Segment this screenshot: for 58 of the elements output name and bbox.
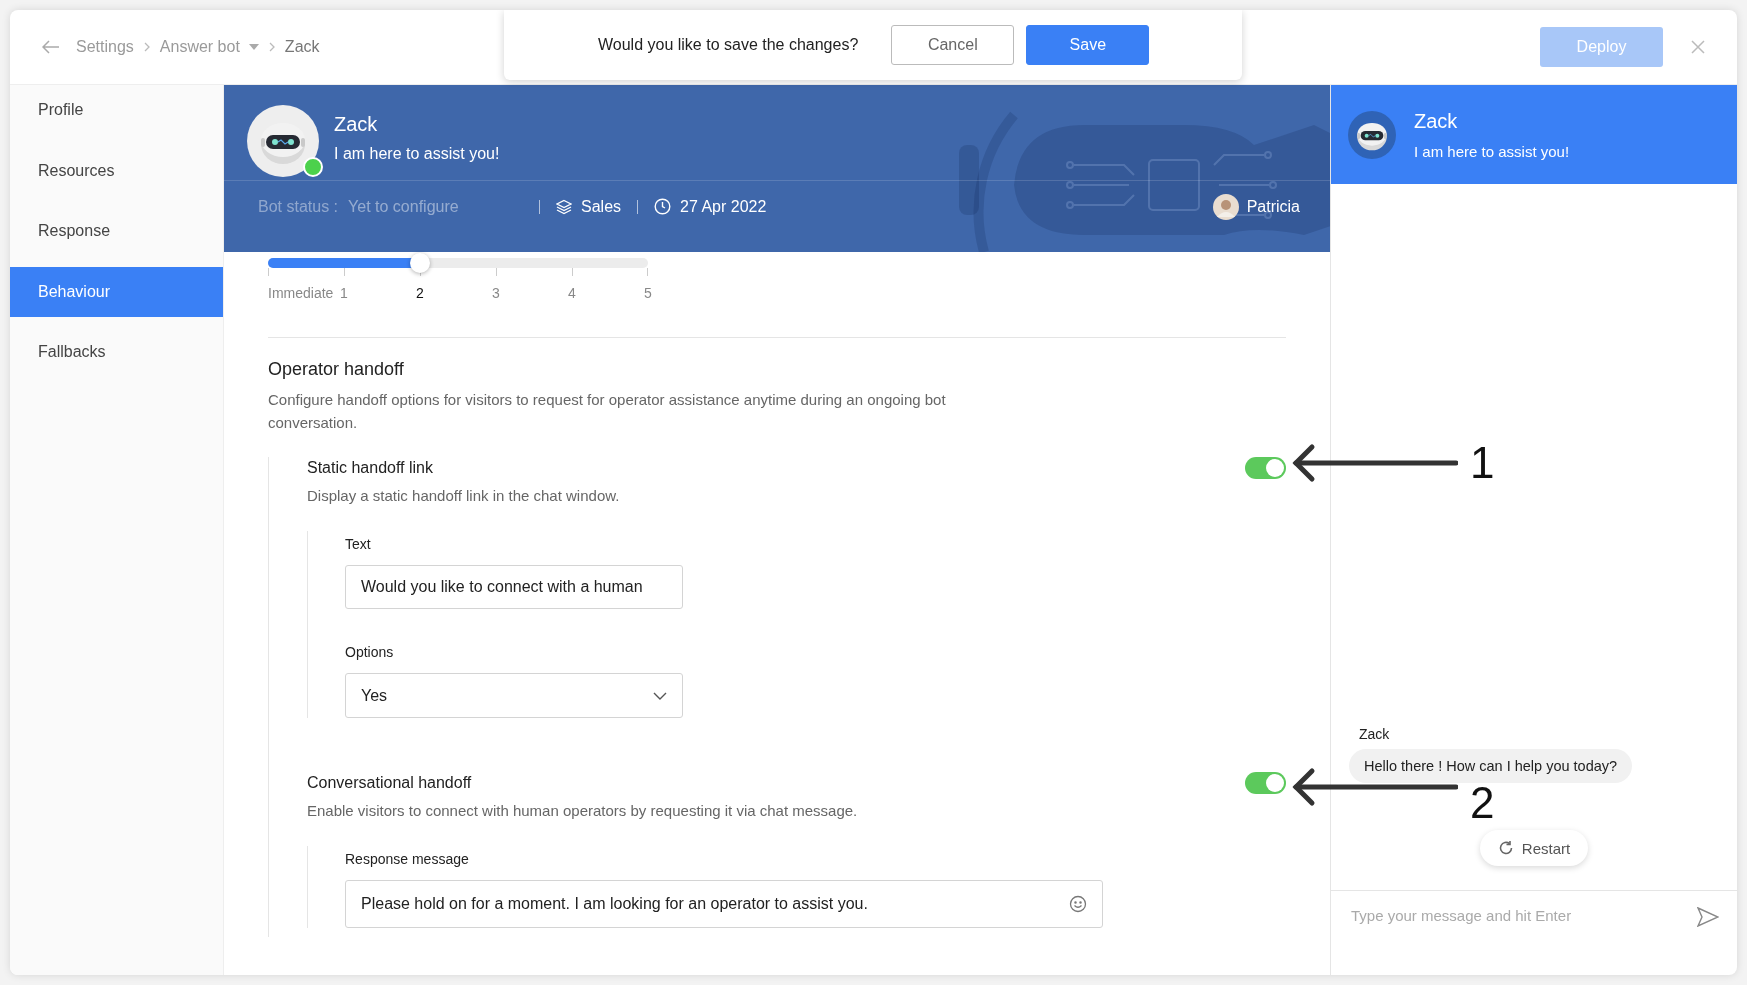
section-description: Configure handoff options for visitors to request for operator assistance anytime during an ongoing bot conversation. <box>268 390 947 433</box>
bot-name: Zack <box>1414 109 1459 133</box>
breadcrumb-current: Zack <box>284 38 320 56</box>
field-label: Text <box>345 535 372 553</box>
bot-avatar <box>247 105 319 177</box>
clock-icon <box>654 198 672 215</box>
sidebar-item[interactable]: Behaviour <box>10 266 223 317</box>
section-title: Operator handoff <box>268 358 405 380</box>
bot-name: Zack <box>334 113 379 136</box>
sidebar-item[interactable]: Response <box>10 206 223 256</box>
toggle-switch[interactable] <box>1245 772 1286 794</box>
annotation-number: 1 <box>1470 447 1495 479</box>
refresh-icon <box>1497 840 1514 856</box>
slider-thumb[interactable] <box>410 253 430 273</box>
sidebar-item[interactable]: Resources <box>10 145 223 196</box>
sidebar-item[interactable]: Fallbacks <box>10 327 223 377</box>
save-button[interactable]: Save <box>1026 25 1150 65</box>
user-avatar <box>1212 193 1239 220</box>
slider-label: 1 <box>340 285 348 301</box>
caret-icon[interactable] <box>248 44 259 50</box>
chat-bubble: Hello there ! How can I help you today? <box>1349 749 1633 783</box>
layers-icon <box>556 198 573 215</box>
slider-label: 3 <box>492 285 500 301</box>
option-description: Display a static handoff link in the chat window. <box>307 486 621 506</box>
chevron-icon <box>653 691 667 700</box>
message-field[interactable]: Please hold on for a moment. I am looking for an operator to assist you. <box>345 880 1103 928</box>
field-label: Response message <box>345 850 470 868</box>
toggle-switch[interactable] <box>1245 457 1286 479</box>
option-title: Conversational handoff <box>307 774 472 792</box>
slider-label: Immediate <box>268 285 334 301</box>
cancel-button[interactable]: Cancel <box>891 25 1015 65</box>
annotation-number: 2 <box>1470 787 1495 819</box>
field-label: Options <box>345 643 395 661</box>
restart-button[interactable]: Restart <box>1479 830 1589 866</box>
date-label: 27 Apr 2022 <box>680 197 767 216</box>
emoji-icon[interactable] <box>1069 895 1087 913</box>
status-label: Bot status : <box>258 197 339 216</box>
status-value: Yet to configure <box>348 197 460 216</box>
text-field[interactable]: Would you like to connect with a human <box>345 565 683 609</box>
back-icon[interactable] <box>42 40 60 54</box>
bot-tagline: I am here to assist you! <box>1414 142 1570 160</box>
close-icon[interactable] <box>1691 40 1705 54</box>
slider-label: 2 <box>416 285 424 301</box>
department-label: Sales <box>581 197 622 216</box>
chevron-icon <box>267 41 276 53</box>
bot-avatar <box>1348 110 1396 159</box>
chevron-icon <box>142 41 151 53</box>
option-title: Static handoff link <box>307 459 433 477</box>
slider-label: 4 <box>568 285 576 301</box>
send-icon[interactable] <box>1697 907 1719 927</box>
bot-tagline: I am here to assist you! <box>334 145 500 163</box>
sidebar-item[interactable]: Profile <box>10 85 223 135</box>
option-description: Enable visitors to connect with human operators by requesting it via chat message. <box>307 801 859 821</box>
save-prompt-message: Would you like to save the changes? <box>598 36 859 54</box>
slider-label: 5 <box>644 285 652 301</box>
owner-name: Patricia <box>1246 197 1300 216</box>
options-dropdown[interactable]: Yes <box>345 673 683 718</box>
sender-name: Zack <box>1359 726 1391 742</box>
